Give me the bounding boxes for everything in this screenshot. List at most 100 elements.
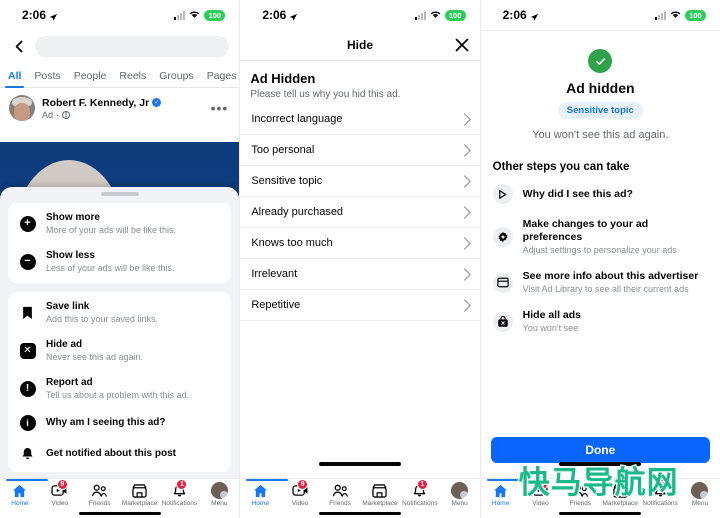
confirmation-block: Ad hidden Sensitive topic You won't see … bbox=[481, 31, 720, 141]
nav-active-indicator bbox=[246, 479, 289, 481]
panel-hide-reasons: 2:06 100 Hide Ad Hidden Please tell us w… bbox=[239, 0, 481, 518]
tab-all[interactable]: All bbox=[4, 70, 25, 88]
avatar-menu-icon bbox=[210, 482, 228, 499]
menu-item-hide-ad[interactable]: ✕ Hide ad Never see this ad again. bbox=[8, 332, 231, 370]
tab-pages[interactable]: Pages bbox=[207, 70, 237, 87]
sheet-group-preferences: + Show more More of your ads will be lik… bbox=[8, 202, 232, 283]
nav-video[interactable]: 9 Video bbox=[41, 479, 79, 507]
nav-menu[interactable]: Menu bbox=[200, 482, 238, 507]
menu-item-show-less[interactable]: − Show less Less of your ads will be lik… bbox=[8, 243, 231, 281]
post-submeta: Ad · bbox=[42, 110, 204, 120]
step-title: See more info about this advertiser bbox=[522, 270, 699, 282]
reason-too-personal[interactable]: Too personal bbox=[240, 135, 480, 166]
tab-people[interactable]: People bbox=[74, 70, 107, 87]
home-icon bbox=[251, 483, 269, 498]
status-bar-left: 2:06 bbox=[262, 8, 298, 22]
nav-video[interactable]: 9 Video bbox=[281, 479, 319, 507]
step-title: Why did I see this ad? bbox=[522, 187, 633, 200]
verified-badge-icon: ✓ bbox=[152, 98, 162, 107]
menu-item-get-notified[interactable]: Get notified about this post bbox=[8, 439, 231, 470]
avatar[interactable] bbox=[9, 95, 35, 121]
nav-label: Home bbox=[11, 500, 29, 507]
reason-label: Already purchased bbox=[251, 206, 344, 218]
reason-label: Irrelevant bbox=[251, 268, 298, 280]
step-desc: Visit Ad Library to see all their curren… bbox=[522, 284, 689, 294]
tab-posts[interactable]: Posts bbox=[34, 70, 60, 87]
wifi-icon bbox=[430, 6, 441, 24]
chevron-right-icon bbox=[457, 205, 471, 219]
status-bar-right: 100 bbox=[414, 6, 466, 24]
nav-notifications[interactable]: 1 Notifications bbox=[401, 479, 439, 507]
nav-friends[interactable]: Friends bbox=[81, 483, 119, 507]
status-bar-1: 2:06 100 bbox=[0, 0, 239, 30]
confirmation-title: Ad hidden bbox=[566, 80, 635, 96]
step-hide-all-ads[interactable]: Hide all ads You won't see bbox=[481, 302, 720, 341]
menu-item-why-seeing-ad[interactable]: i Why am I seeing this ad? bbox=[8, 408, 231, 439]
watermark: 快马导航网 bbox=[517, 464, 679, 503]
nav-home[interactable]: Home bbox=[482, 483, 520, 507]
menu-item-desc: More of your ads will be like this. bbox=[46, 224, 177, 235]
reason-knows-too-much[interactable]: Knows too much bbox=[240, 228, 480, 259]
chevron-right-icon bbox=[457, 298, 471, 312]
post-separator: · bbox=[56, 109, 60, 120]
nav-label: Menu bbox=[451, 500, 468, 507]
plus-circle-icon: + bbox=[19, 215, 36, 232]
step-ad-preferences[interactable]: Make changes to your ad preferences Adju… bbox=[481, 211, 720, 263]
nav-menu[interactable]: Menu bbox=[441, 482, 479, 507]
tab-groups[interactable]: Groups bbox=[159, 70, 193, 87]
chevron-right-icon bbox=[457, 174, 471, 188]
video-icon: 9 bbox=[291, 479, 309, 498]
reason-irrelevant[interactable]: Irrelevant bbox=[240, 259, 480, 290]
play-outline-icon bbox=[492, 184, 513, 204]
nav-notifications[interactable]: 1 Notifications bbox=[160, 479, 198, 507]
menu-item-show-more[interactable]: + Show more More of your ads will be lik… bbox=[8, 205, 231, 243]
status-time: 2:06 bbox=[22, 8, 47, 22]
step-why-did-i-see-this-ad[interactable]: Why did I see this ad? bbox=[481, 177, 720, 211]
nav-friends[interactable]: Friends bbox=[321, 483, 359, 507]
menu-item-report-ad[interactable]: ! Report ad Tell us about a problem with… bbox=[8, 370, 231, 408]
post-header: Robert F. Kennedy, Jr ✓ Ad · ••• bbox=[0, 88, 239, 126]
sheet-grabber[interactable] bbox=[100, 192, 139, 196]
reason-sensitive-topic[interactable]: Sensitive topic bbox=[240, 166, 480, 197]
chevron-right-icon bbox=[457, 112, 471, 126]
menu-item-title: Show more bbox=[46, 211, 100, 223]
step-title: Make changes to your ad preferences bbox=[522, 218, 649, 243]
bookmark-icon bbox=[19, 304, 36, 321]
globe-icon bbox=[62, 110, 71, 119]
menu-item-save-link[interactable]: Save link Add this to your saved links. bbox=[8, 294, 231, 332]
avatar-menu-icon bbox=[691, 482, 709, 499]
reason-label: Incorrect language bbox=[251, 113, 343, 125]
hide-subheading: Please tell us why you hid this ad. bbox=[250, 89, 401, 100]
reason-repetitive[interactable]: Repetitive bbox=[240, 290, 480, 321]
wifi-icon bbox=[189, 6, 200, 24]
menu-item-desc: Never see this ad again. bbox=[46, 351, 144, 362]
search-input[interactable] bbox=[35, 35, 230, 57]
nav-marketplace[interactable]: Marketplace bbox=[361, 483, 399, 507]
check-circle-icon bbox=[588, 49, 613, 73]
step-desc: Adjust settings to personalize your ads bbox=[522, 245, 677, 255]
info-circle-icon: i bbox=[19, 415, 36, 432]
nav-label: Notifications bbox=[402, 500, 438, 507]
nav-label: Friends bbox=[88, 500, 111, 507]
nav-label: Menu bbox=[211, 500, 228, 507]
nav-home[interactable]: Home bbox=[241, 483, 279, 507]
sheet-group-actions: Save link Add this to your saved links. … bbox=[8, 291, 232, 472]
battery-indicator: 100 bbox=[444, 9, 466, 21]
nav-home[interactable]: Home bbox=[1, 483, 39, 507]
status-bar-left: 2:06 bbox=[503, 8, 539, 22]
panel-feed-ad-menu: 2:06 100 All Posts People Reels Groups P… bbox=[0, 0, 240, 518]
more-options-icon[interactable]: ••• bbox=[211, 101, 231, 115]
bell-icon bbox=[19, 446, 36, 463]
close-icon[interactable] bbox=[454, 37, 470, 53]
tab-reels[interactable]: Reels bbox=[119, 70, 146, 87]
nav-label: Notifications bbox=[161, 500, 198, 507]
status-time: 2:06 bbox=[262, 8, 287, 22]
back-chevron-icon[interactable] bbox=[10, 37, 28, 55]
confirmation-subtitle: You won't see this ad again. bbox=[532, 129, 669, 141]
step-advertiser-info[interactable]: See more info about this advertiser Visi… bbox=[481, 263, 720, 302]
menu-item-title: Why am I seeing this ad? bbox=[46, 417, 166, 428]
reason-already-purchased[interactable]: Already purchased bbox=[240, 197, 480, 228]
nav-menu[interactable]: Menu bbox=[681, 482, 719, 507]
reason-incorrect-language[interactable]: Incorrect language bbox=[240, 104, 480, 135]
nav-marketplace[interactable]: Marketplace bbox=[121, 483, 159, 507]
